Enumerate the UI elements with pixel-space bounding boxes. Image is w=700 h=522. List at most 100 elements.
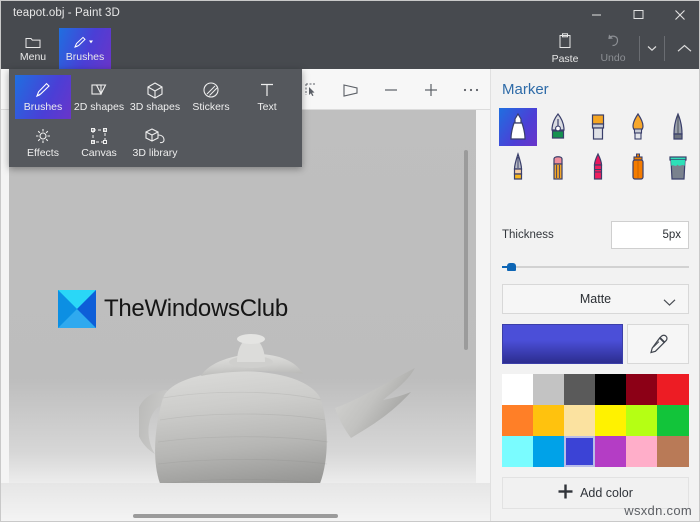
dropdown-label: Canvas [81, 147, 117, 159]
teapot-3d-model[interactable] [135, 328, 439, 483]
color-swatch[interactable] [564, 405, 596, 436]
color-swatch[interactable] [595, 405, 627, 436]
dropdown-item-brushes[interactable]: Brushes [15, 75, 71, 119]
dropdown-label: Stickers [192, 101, 230, 113]
marker-icon [510, 112, 526, 140]
thickness-row: Thickness 5px [491, 221, 699, 253]
perspective-icon [343, 83, 358, 97]
canvas-vertical-scroll-thumb[interactable] [464, 150, 468, 350]
minimize-icon [591, 14, 601, 16]
current-color-swatch[interactable] [502, 324, 623, 364]
ellipsis-icon [463, 88, 479, 91]
dropdown-item-canvas[interactable]: Canvas [71, 121, 127, 165]
thewindowsclub-logo-text: TheWindowsClub [104, 295, 288, 322]
teapot-knob-top [237, 334, 265, 344]
brushes-label: Brushes [65, 51, 105, 63]
text-t-icon [257, 81, 277, 99]
brush-oil[interactable] [579, 108, 617, 146]
dropdown-label: Text [257, 101, 277, 113]
brushes-button[interactable]: Brushes [59, 28, 111, 69]
close-icon [675, 9, 685, 20]
collapse-ribbon-button[interactable] [667, 28, 699, 69]
chevron-down-icon [663, 294, 676, 312]
brush-marker[interactable] [499, 108, 537, 146]
color-swatch[interactable] [595, 436, 627, 467]
material-dropdown[interactable]: Matte [502, 284, 689, 314]
minus-icon [385, 88, 397, 91]
color-swatch[interactable] [626, 374, 658, 405]
brush-watercolor[interactable] [619, 108, 657, 146]
teapot-spout [335, 368, 415, 438]
close-button[interactable] [659, 1, 699, 28]
dropdown-row-1: Brushes 2D shapes 3D shapes Stickers Tex… [15, 75, 295, 119]
sticker-icon [201, 81, 221, 99]
color-swatch[interactable] [595, 374, 627, 405]
color-swatch[interactable] [502, 405, 534, 436]
undo-arrow-icon [605, 33, 621, 51]
color-swatch[interactable] [657, 374, 689, 405]
thickness-input[interactable]: 5px [611, 221, 689, 249]
color-swatch[interactable] [502, 374, 534, 405]
eyedropper-button[interactable] [627, 324, 689, 364]
spray-can-icon [632, 153, 644, 180]
thewindowsclub-watermark: TheWindowsClub [58, 290, 288, 328]
view-tool-button[interactable] [331, 69, 371, 110]
thewindowsclub-logo-icon [58, 290, 96, 328]
eraser-icon [553, 156, 563, 180]
brush-spray-can[interactable] [619, 148, 657, 186]
thickness-slider-thumb[interactable] [507, 263, 516, 271]
brush-eraser[interactable] [539, 148, 577, 186]
add-color-label: Add color [580, 486, 633, 500]
color-swatch[interactable] [657, 436, 689, 467]
zoom-in-button[interactable] [411, 69, 451, 110]
oil-brush-icon [591, 114, 605, 140]
chevron-up-icon [677, 44, 691, 52]
color-palette [502, 374, 689, 467]
dropdown-item-3d-shapes[interactable]: 3D shapes [127, 75, 183, 119]
brush-properties-panel: Marker Thickness 5px Matte Add color [490, 69, 699, 521]
dropdown-item-2d-shapes[interactable]: 2D shapes [71, 75, 127, 119]
dropdown-label: 3D shapes [129, 101, 181, 113]
color-swatch[interactable] [564, 374, 596, 405]
undo-button[interactable]: Undo [589, 28, 637, 69]
2d-shapes-icon [89, 81, 109, 99]
zoom-out-button[interactable] [371, 69, 411, 110]
color-swatch[interactable] [657, 405, 689, 436]
color-swatch[interactable] [533, 374, 565, 405]
dropdown-item-text[interactable]: Text [239, 75, 295, 119]
clipboard-icon [558, 32, 572, 52]
color-swatch[interactable] [533, 405, 565, 436]
brush-pencil[interactable] [499, 148, 537, 186]
brush-crayon[interactable] [579, 148, 617, 186]
pixel-pen-icon [673, 112, 683, 140]
minimize-button[interactable] [575, 1, 617, 28]
folder-icon [25, 34, 41, 50]
color-swatch[interactable] [626, 405, 658, 436]
color-swatch[interactable] [502, 436, 534, 467]
canvas-horizontal-scroll-thumb[interactable] [133, 514, 338, 518]
color-swatch[interactable] [626, 436, 658, 467]
thickness-slider[interactable] [502, 261, 689, 273]
brush-fill-bucket[interactable] [659, 148, 697, 186]
paste-button[interactable]: Paste [541, 28, 589, 69]
color-swatch[interactable] [533, 436, 565, 467]
dropdown-item-effects[interactable]: Effects [15, 121, 71, 165]
brush-pixel-pen[interactable] [659, 108, 697, 146]
ribbon-left-group: Menu Brushes [7, 28, 111, 69]
undo-label: Undo [600, 52, 626, 64]
dropdown-item-3d-library[interactable]: 3D library [127, 121, 183, 165]
canvas-vertical-scrollbar[interactable] [462, 110, 470, 483]
ribbon-overflow-button[interactable] [642, 28, 662, 69]
eyedropper-icon [650, 334, 668, 354]
brush-calligraphy-pen[interactable] [539, 108, 577, 146]
more-options-button[interactable] [451, 69, 491, 110]
window-title: teapot.obj - Paint 3D [13, 7, 120, 19]
color-swatch[interactable] [564, 436, 596, 467]
maximize-button[interactable] [617, 1, 659, 28]
watercolor-brush-icon [632, 112, 644, 140]
dropdown-label: Effects [27, 147, 59, 159]
cube-icon [145, 81, 165, 99]
window-controls [575, 1, 699, 28]
dropdown-item-stickers[interactable]: Stickers [183, 75, 239, 119]
menu-button[interactable]: Menu [7, 28, 59, 69]
